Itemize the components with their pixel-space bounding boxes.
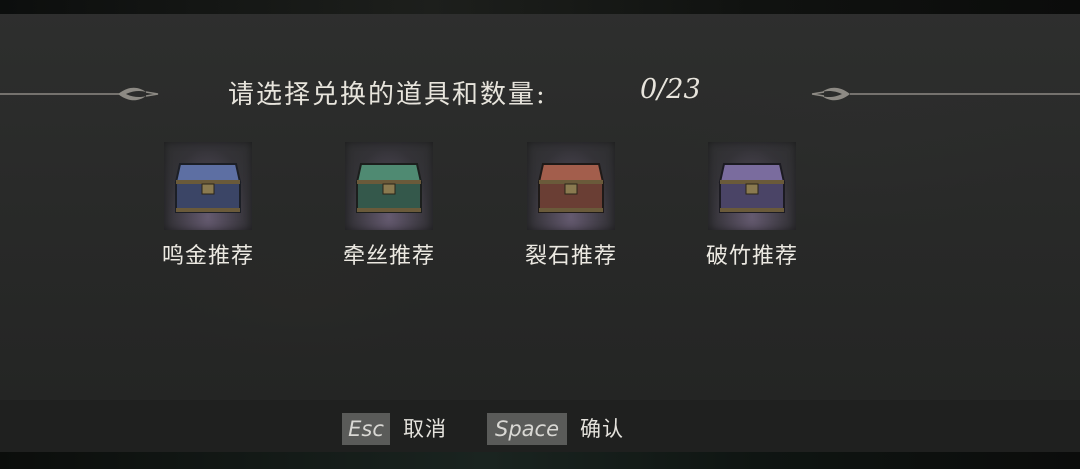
selection-counter: 0/23 [640, 74, 701, 105]
item-thumbnail [345, 142, 433, 230]
dialog-title: 请选择兑换的道具和数量: [228, 80, 547, 110]
purple-chest-icon [718, 163, 786, 213]
item-thumbnail [164, 142, 252, 230]
item-lieshi[interactable]: 裂石推荐 [501, 142, 641, 272]
green-chest-icon [355, 163, 423, 213]
right-ornament-icon [811, 87, 1080, 101]
item-label: 鸣金推荐 [161, 244, 254, 269]
left-ornament-icon [0, 87, 159, 101]
blue-chest-icon [174, 163, 242, 213]
cancel-button[interactable]: 取消 [403, 413, 447, 445]
space-key-hint[interactable]: Space [487, 413, 567, 445]
red-chest-icon [537, 163, 605, 213]
item-thumbnail [708, 142, 796, 230]
item-label: 牵丝推荐 [342, 244, 435, 269]
exchange-dialog: 请选择兑换的道具和数量: 0/23 鸣金推荐 牵丝推荐 裂石推荐 破竹推荐 [0, 14, 1080, 400]
item-label: 破竹推荐 [705, 244, 798, 269]
item-pozhu[interactable]: 破竹推荐 [682, 142, 822, 272]
confirm-button[interactable]: 确认 [580, 413, 624, 445]
game-scene: 请选择兑换的道具和数量: 0/23 鸣金推荐 牵丝推荐 裂石推荐 破竹推荐 Es… [0, 0, 1080, 469]
item-label: 裂石推荐 [524, 244, 617, 269]
background-top-strip [0, 0, 1080, 14]
background-bottom-strip [0, 452, 1080, 469]
item-mingjin[interactable]: 鸣金推荐 [138, 142, 278, 272]
esc-key-hint[interactable]: Esc [342, 413, 390, 445]
item-qiansi[interactable]: 牵丝推荐 [319, 142, 459, 272]
item-thumbnail [527, 142, 615, 230]
